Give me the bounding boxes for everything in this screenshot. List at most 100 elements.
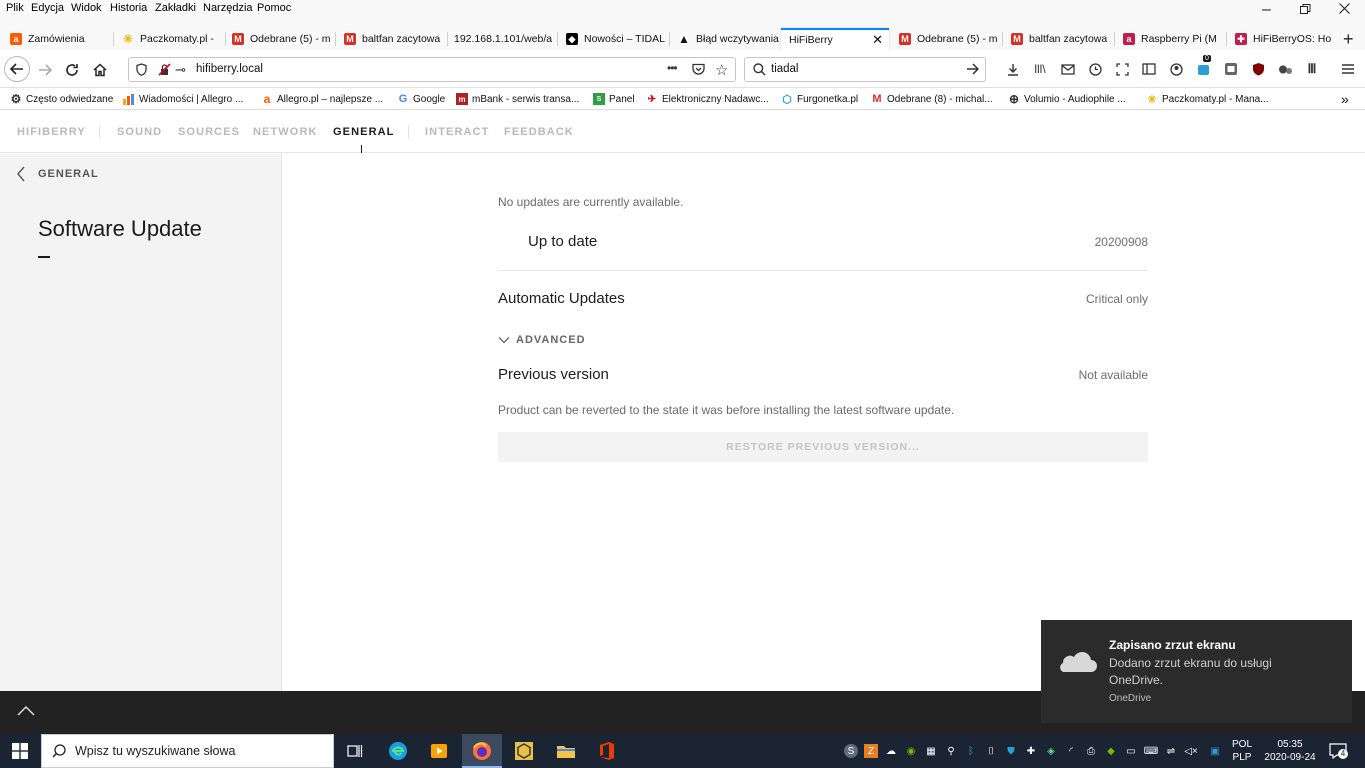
bookmark-item[interactable]: a Allegro.pl – najlepsze ... bbox=[261, 88, 384, 110]
bookmark-item[interactable]: ⬡ Furgonetka.pl bbox=[781, 88, 858, 110]
restore-icon[interactable] bbox=[1300, 4, 1311, 15]
tab-zamowienia[interactable]: a Zamówienia bbox=[4, 28, 112, 50]
chevron-up-icon[interactable] bbox=[17, 705, 35, 717]
tab-raspberry[interactable]: a Raspberry Pi (M bbox=[1117, 28, 1225, 50]
office-icon[interactable] bbox=[597, 741, 617, 761]
action-center-icon[interactable]: 4 bbox=[1329, 743, 1348, 759]
file-explorer-icon[interactable] bbox=[556, 741, 576, 761]
network-share-icon[interactable]: ⚲ bbox=[944, 744, 958, 758]
tab-gmail-2[interactable]: M baltfan zacytowa bbox=[338, 28, 446, 50]
download-icon[interactable] bbox=[1005, 61, 1021, 77]
tab-tidal[interactable]: ◆ Nowości – TIDAL bbox=[560, 28, 668, 50]
pocket-icon[interactable] bbox=[692, 63, 705, 75]
reload-icon[interactable] bbox=[60, 58, 84, 82]
sketchup-icon[interactable] bbox=[514, 741, 534, 761]
onedrive-tray-icon[interactable]: ☁ bbox=[884, 744, 898, 758]
battery-icon[interactable]: ▭ bbox=[1124, 744, 1138, 758]
new-tab-icon[interactable]: + bbox=[1343, 29, 1354, 50]
bookmarks-overflow-icon[interactable]: » bbox=[1341, 88, 1349, 110]
bluetooth-icon[interactable]: ᛒ bbox=[964, 744, 978, 758]
keyboard-icon[interactable]: ⌨ bbox=[1144, 744, 1158, 758]
extension-gear-icon[interactable] bbox=[1277, 61, 1293, 77]
tab-gmail-4[interactable]: M baltfan zacytowa bbox=[1005, 28, 1113, 50]
search-bar[interactable]: tiadal bbox=[744, 57, 986, 82]
menu-icon[interactable] bbox=[1340, 61, 1356, 77]
media-player-icon[interactable] bbox=[429, 741, 449, 761]
tab-error[interactable]: ▲ Błąd wczytywania bbox=[672, 28, 780, 50]
network-icon[interactable]: ⇌ bbox=[1164, 744, 1178, 758]
clock-icon[interactable] bbox=[1087, 61, 1103, 77]
bookmark-item[interactable]: ⊕ Volumio - Audiophile ... bbox=[1008, 88, 1126, 110]
forward-icon[interactable] bbox=[33, 58, 57, 82]
advanced-toggle[interactable]: ADVANCED bbox=[498, 334, 586, 346]
restore-previous-version-button[interactable]: RESTORE PREVIOUS VERSION... bbox=[498, 432, 1148, 462]
library-icon[interactable]: lll\ bbox=[1032, 61, 1048, 77]
nvidia-icon[interactable]: ◉ bbox=[904, 744, 918, 758]
shield-icon[interactable] bbox=[136, 63, 147, 76]
menu-item-history[interactable]: Historia bbox=[110, 2, 147, 14]
star-icon[interactable]: ☆ bbox=[715, 61, 728, 79]
brand-logo[interactable]: HIFIBERRY bbox=[17, 126, 86, 138]
search-input[interactable]: tiadal bbox=[771, 63, 799, 75]
minimize-icon[interactable]: – bbox=[1262, 1, 1271, 19]
firefox-taskbar-button[interactable] bbox=[462, 734, 502, 768]
printer-icon[interactable]: ⎙ bbox=[1084, 744, 1098, 758]
nav-interact[interactable]: INTERACT bbox=[425, 126, 489, 138]
clock[interactable]: 05:35 2020-09-24 bbox=[1262, 738, 1318, 764]
url-text[interactable]: hifiberry.local bbox=[196, 63, 263, 75]
sidebar-icon[interactable] bbox=[1141, 61, 1157, 77]
nav-general[interactable]: GENERAL bbox=[333, 126, 394, 138]
app-tray-icon[interactable]: Z bbox=[864, 744, 878, 758]
automatic-updates-label[interactable]: Automatic Updates bbox=[498, 290, 625, 307]
mail-icon[interactable] bbox=[1060, 61, 1076, 77]
nav-sound[interactable]: SOUND bbox=[117, 126, 162, 138]
language-indicator[interactable]: POL PLP bbox=[1232, 738, 1252, 764]
menu-item-edit[interactable]: Edycja bbox=[31, 2, 64, 14]
tab-paczkomaty[interactable]: ✳ Paczkomaty.pl - bbox=[116, 28, 224, 50]
task-view-icon[interactable] bbox=[345, 741, 365, 761]
menu-item-tools[interactable]: Narzędzia bbox=[203, 2, 253, 14]
defender-icon[interactable]: ⛊ bbox=[1004, 744, 1018, 758]
equalizer-icon[interactable]: Ⅲ bbox=[1304, 61, 1320, 77]
ime-icon[interactable]: ▣ bbox=[1208, 744, 1222, 758]
menu-item-help[interactable]: Pomoc bbox=[257, 2, 291, 14]
bookmark-item[interactable]: m mBank - serwis transa... bbox=[456, 88, 579, 110]
nvidia-tray-icon[interactable]: ◆ bbox=[1104, 744, 1118, 758]
wifi-icon[interactable]: ◜ bbox=[1064, 744, 1078, 758]
tab-local-web[interactable]: 192.168.1.101/web/a bbox=[448, 28, 556, 50]
bookmark-item[interactable]: ✈ Elektroniczny Nadawc... bbox=[646, 88, 769, 110]
search-go-icon[interactable] bbox=[966, 63, 979, 75]
onedrive-notification[interactable]: Zapisano zrzut ekranu Dodano zrzut ekran… bbox=[1041, 620, 1352, 723]
edge-icon[interactable] bbox=[388, 741, 408, 761]
bookmark-item[interactable]: ⚙ Często odwiedzane bbox=[10, 88, 114, 110]
menu-item-view[interactable]: Widok bbox=[71, 2, 102, 14]
close-icon[interactable] bbox=[1339, 3, 1350, 14]
extension-icon[interactable]: 0 bbox=[1196, 55, 1212, 77]
back-link[interactable]: GENERAL bbox=[16, 166, 99, 182]
tab-gmail-1[interactable]: M Odebrane (5) - m bbox=[226, 28, 334, 50]
tab-gmail-3[interactable]: M Odebrane (5) - m bbox=[893, 28, 1001, 50]
usb-icon[interactable]: ⌷ bbox=[984, 744, 998, 758]
screenshot-icon[interactable] bbox=[1114, 61, 1130, 77]
bookmark-item[interactable]: G Google bbox=[397, 88, 446, 110]
tray-app-icon[interactable]: ▦ bbox=[924, 744, 938, 758]
bookmark-item[interactable]: Wiadomości | Allegro ... bbox=[123, 88, 243, 110]
skype-icon[interactable]: S bbox=[844, 744, 858, 758]
nav-feedback[interactable]: FEEDBACK bbox=[504, 126, 574, 138]
nav-network[interactable]: NETWORK bbox=[253, 126, 318, 138]
bookmark-item[interactable]: S Panel bbox=[593, 88, 635, 110]
menu-item-bookmarks[interactable]: Zakładki bbox=[155, 2, 196, 14]
ublock-icon[interactable] bbox=[1250, 61, 1266, 77]
url-bar[interactable]: ⊸ hifiberry.local ••• ☆ bbox=[128, 57, 736, 82]
notes-icon[interactable] bbox=[1223, 61, 1239, 77]
bookmark-item[interactable]: ✳ Paczkomaty.pl - Mana... bbox=[1146, 88, 1268, 110]
key-icon[interactable]: ⊸ bbox=[175, 62, 186, 78]
windows-start-icon[interactable] bbox=[10, 741, 30, 761]
home-icon[interactable] bbox=[88, 58, 112, 82]
taskbar-search-box[interactable]: Wpisz tu wyszukiwane słowa bbox=[41, 734, 334, 768]
back-icon[interactable] bbox=[4, 56, 30, 82]
speaker-mute-icon[interactable]: ◁× bbox=[1184, 744, 1198, 758]
tab-hifiberryos[interactable]: ✚ HiFiBerryOS: Ho bbox=[1229, 28, 1337, 50]
tab-hifiberry[interactable]: HiFiBerry ✕ bbox=[781, 28, 889, 50]
account-icon[interactable] bbox=[1168, 61, 1184, 77]
